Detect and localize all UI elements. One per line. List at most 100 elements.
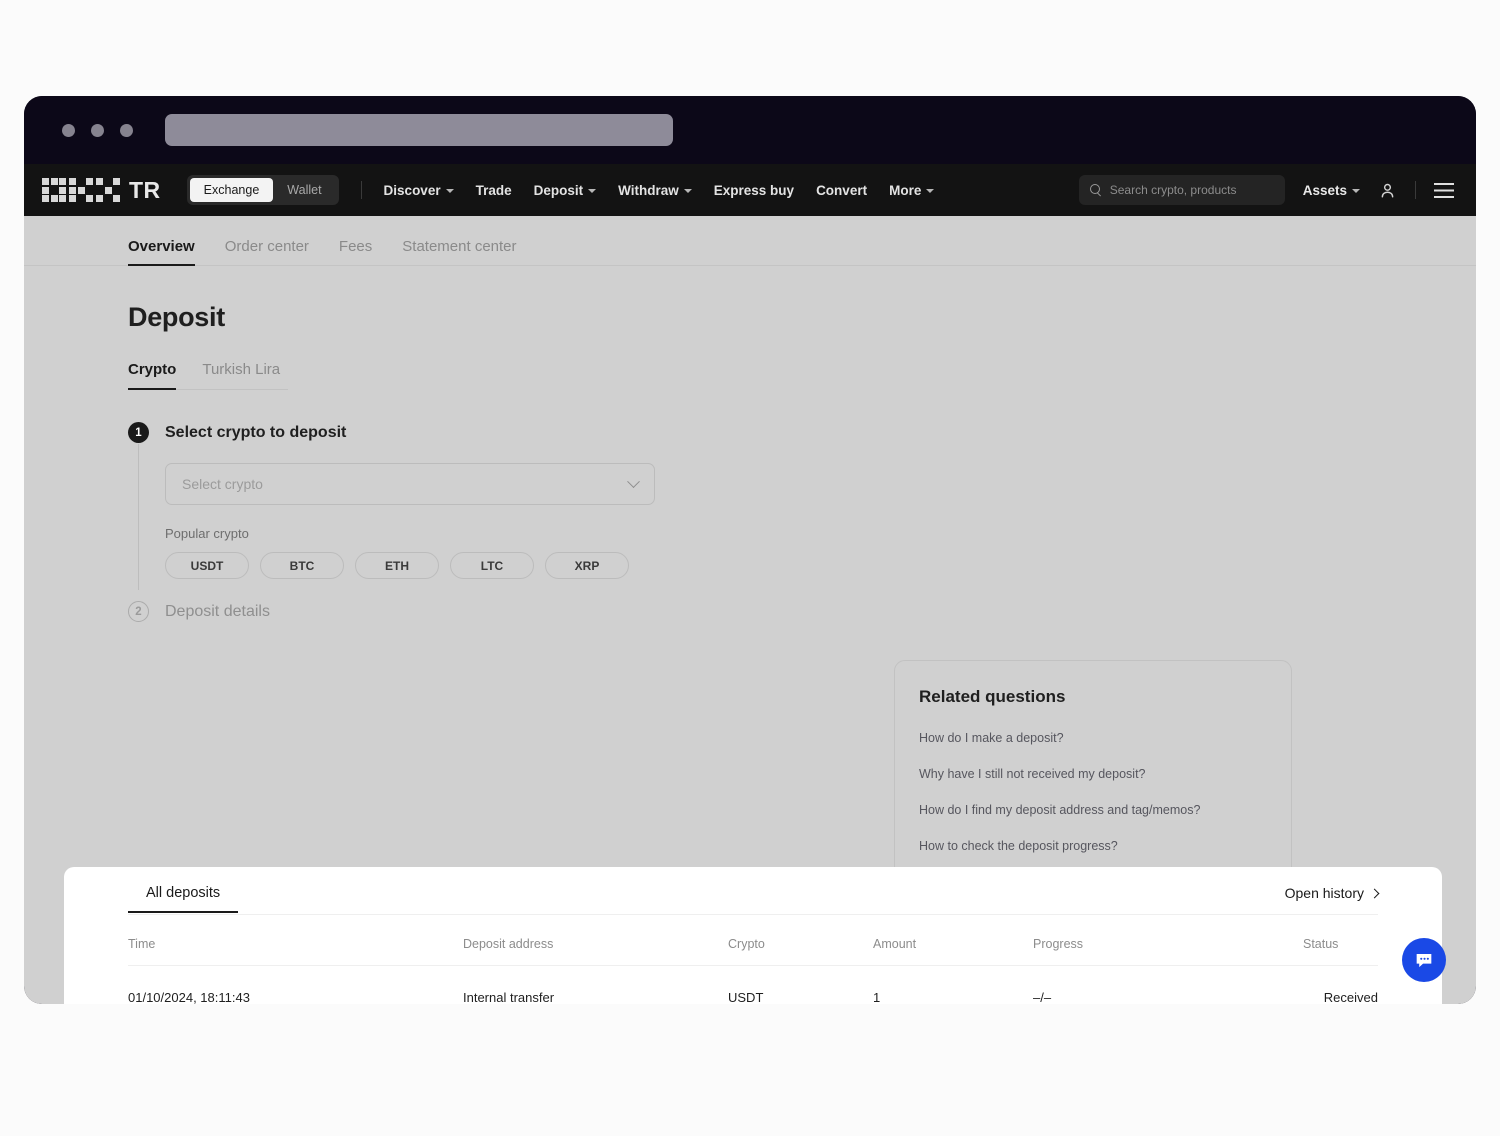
open-history-link[interactable]: Open history (1284, 885, 1380, 901)
chevron-right-icon (1369, 888, 1380, 898)
tab-crypto[interactable]: Crypto (128, 361, 177, 390)
nav-right-cluster: Search crypto, products Assets (1078, 175, 1454, 205)
related-questions-card: Related questions How do I make a deposi… (894, 660, 1292, 882)
search-icon (1089, 184, 1102, 196)
primary-nav-links: Discover Trade Deposit Withdraw Express … (384, 183, 935, 198)
cell-crypto: USDT (728, 990, 764, 1004)
column-header-crypto: Crypto (728, 915, 873, 966)
table-header-row: Time Deposit address Crypto Amount Progr… (128, 915, 1378, 966)
nav-link-deposit-label: Deposit (533, 182, 584, 198)
column-header-progress: Progress (1033, 915, 1303, 966)
tab-all-deposits[interactable]: All deposits (127, 885, 239, 913)
step-2-header: 2 Deposit details (128, 601, 688, 622)
top-navigation-bar: TR Exchange Wallet Discover Trade Deposi… (24, 164, 1476, 216)
crypto-chip-ltc[interactable]: LTC (450, 552, 534, 579)
cell-progress: –/– (1033, 990, 1052, 1004)
segment-exchange[interactable]: Exchange (189, 178, 274, 202)
minimize-window-icon[interactable] (91, 123, 104, 137)
nav-link-convert-label: Convert (816, 182, 868, 198)
cell-deposit-address: Internal transfer (463, 990, 555, 1004)
crypto-chip-btc[interactable]: BTC (260, 552, 344, 579)
secondary-navigation: Overview Order center Fees Statement cen… (24, 216, 1476, 266)
exchange-wallet-toggle[interactable]: Exchange Wallet (186, 175, 339, 205)
related-question-3[interactable]: How do I find my deposit address and tag… (919, 803, 1267, 817)
deposits-card-header: All deposits Open history (127, 867, 1380, 915)
open-history-label: Open history (1284, 885, 1364, 901)
crypto-chip-eth[interactable]: ETH (355, 552, 439, 579)
step-1-title: Select crypto to deposit (165, 423, 347, 441)
subnav-item-order-center[interactable]: Order center (225, 238, 309, 265)
user-icon[interactable] (1378, 181, 1397, 200)
column-header-deposit-address: Deposit address (463, 915, 728, 966)
subnav-item-statement-center[interactable]: Statement center (402, 238, 516, 265)
select-crypto-dropdown[interactable]: Select crypto (165, 463, 655, 505)
tab-turkish-lira[interactable]: Turkish Lira (202, 361, 280, 389)
okx-logo[interactable]: TR (42, 178, 161, 202)
browser-window: TR Exchange Wallet Discover Trade Deposi… (24, 96, 1476, 1004)
chevron-down-icon (1352, 189, 1360, 193)
popular-crypto-chips: USDT BTC ETH LTC XRP (165, 552, 688, 579)
cell-time: 01/10/2024, 18:11:43 (128, 990, 250, 1004)
related-questions-title: Related questions (919, 687, 1066, 706)
address-bar[interactable] (165, 114, 673, 146)
logo-text: TR (129, 176, 161, 203)
maximize-window-icon[interactable] (120, 123, 133, 137)
deposits-table: Time Deposit address Crypto Amount Progr… (128, 915, 1378, 1004)
nav-divider (1415, 181, 1416, 199)
window-controls[interactable] (62, 123, 133, 137)
step-2-title: Deposit details (165, 602, 270, 620)
nav-link-more[interactable]: More (889, 182, 935, 198)
crypto-chip-usdt[interactable]: USDT (165, 552, 249, 579)
cell-status: Received (1323, 990, 1378, 1004)
popular-crypto-label: Popular crypto (165, 526, 249, 541)
chat-support-button[interactable] (1402, 938, 1446, 982)
chevron-down-icon (683, 189, 692, 193)
deposits-history-card: All deposits Open history Time Deposit a… (64, 867, 1442, 1004)
step-1-header: 1 Select crypto to deposit (128, 422, 688, 443)
search-placeholder: Search crypto, products (1109, 183, 1237, 197)
browser-titlebar (24, 96, 1476, 164)
nav-link-more-label: More (889, 182, 922, 198)
search-input[interactable]: Search crypto, products (1078, 175, 1285, 205)
chevron-down-icon (627, 474, 640, 488)
chevron-down-icon (588, 189, 597, 193)
column-header-status: Status (1303, 915, 1378, 966)
chevron-down-icon (445, 189, 454, 193)
nav-divider (360, 181, 362, 199)
subnav-item-overview[interactable]: Overview (128, 238, 195, 266)
related-question-1[interactable]: How do I make a deposit? (919, 731, 1267, 745)
column-header-amount: Amount (873, 915, 1033, 966)
okx-logo-icon (42, 178, 120, 202)
nav-link-discover[interactable]: Discover (384, 183, 454, 198)
nav-link-express-buy-label: Express buy (713, 182, 795, 198)
cell-amount: 1 (873, 990, 881, 1004)
nav-link-trade-label: Trade (475, 182, 512, 198)
assets-label: Assets (1302, 182, 1347, 198)
nav-link-withdraw-label: Withdraw (618, 182, 679, 198)
related-question-4[interactable]: How to check the deposit progress? (919, 839, 1267, 853)
step-1-badge: 1 (128, 422, 149, 443)
subnav-item-fees[interactable]: Fees (339, 238, 372, 265)
related-question-2[interactable]: Why have I still not received my deposit… (919, 767, 1267, 781)
column-header-time: Time (128, 915, 463, 966)
deposit-steps: 1 Select crypto to deposit Select crypto… (128, 422, 688, 622)
crypto-chip-xrp[interactable]: XRP (545, 552, 629, 579)
step-1-body: Select crypto Popular crypto USDT BTC ET… (128, 443, 688, 601)
nav-link-withdraw[interactable]: Withdraw (618, 183, 692, 198)
nav-link-express-buy[interactable]: Express buy (714, 183, 794, 198)
page-viewport: TR Exchange Wallet Discover Trade Deposi… (24, 164, 1476, 1004)
close-window-icon[interactable] (62, 123, 75, 137)
nav-link-trade[interactable]: Trade (476, 183, 512, 198)
table-row[interactable]: 01/10/2024, 18:11:43 Internal transfer U… (128, 966, 1378, 1004)
chevron-down-icon (926, 189, 935, 193)
step-connector-line (138, 444, 139, 590)
deposit-type-tabs: Crypto Turkish Lira (128, 361, 288, 390)
chat-bubble-icon (1416, 954, 1432, 968)
nav-link-deposit[interactable]: Deposit (534, 183, 597, 198)
nav-link-convert[interactable]: Convert (816, 183, 867, 198)
page-content: Deposit Crypto Turkish Lira 1 Select cry… (24, 266, 1476, 1004)
hamburger-menu-icon[interactable] (1434, 182, 1454, 198)
select-crypto-placeholder: Select crypto (182, 476, 263, 492)
assets-menu[interactable]: Assets (1303, 183, 1360, 198)
segment-wallet[interactable]: Wallet (273, 178, 335, 202)
